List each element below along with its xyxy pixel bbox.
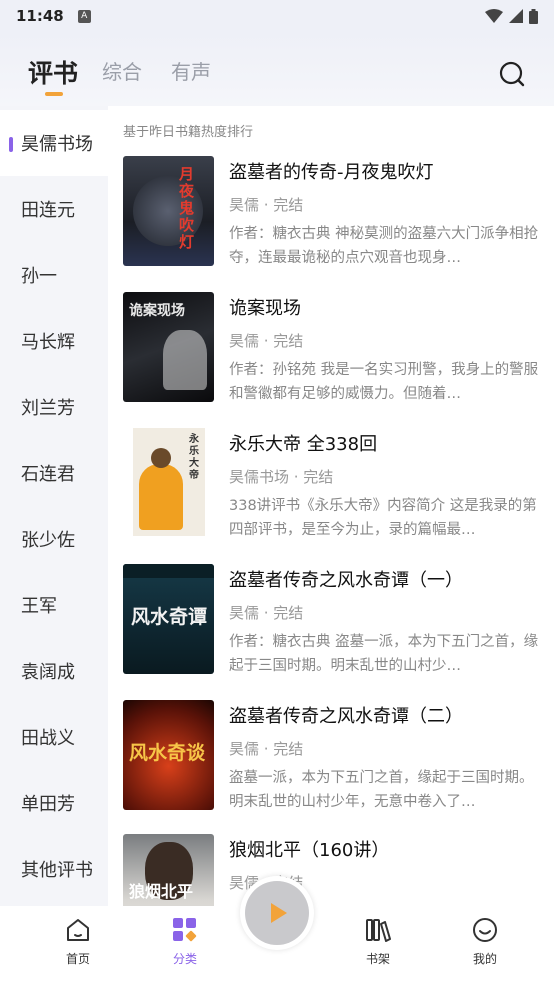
sidebar-item-label: 昊儒书场 xyxy=(21,134,93,155)
book-title: 永乐大帝 全338回 xyxy=(229,434,378,455)
nav-home[interactable]: 首页 xyxy=(48,916,108,967)
sidebar-item-label: 其他评书 xyxy=(21,860,93,881)
sidebar-item-label: 田战义 xyxy=(21,728,75,749)
book-cover: 风水奇谈 xyxy=(123,700,214,810)
status-notification-icon: A xyxy=(77,9,91,23)
book-list: 基于昨日书籍热度排行 月夜鬼吹灯 盗墓者的传奇-月夜鬼吹灯 昊儒 · 完结 作者… xyxy=(108,106,554,906)
sidebar-item-label: 袁阔成 xyxy=(21,662,75,683)
tab-pingshu[interactable]: 评书 xyxy=(28,54,78,90)
nav-home-label: 首页 xyxy=(65,952,90,966)
book-author: 昊儒书场 · 完结 xyxy=(229,468,334,486)
sidebar-item-wangjun[interactable]: 王军 xyxy=(0,572,108,638)
book-description: 盗墓一派，本为下五门之首，缘起于三国时期。明末乱世的山村少年，无意中卷入了… xyxy=(229,770,534,810)
nav-bookshelf[interactable]: 书架 xyxy=(348,916,408,967)
header: 评书 综合 有声 xyxy=(0,32,554,106)
book-author: 昊儒 · 完结 xyxy=(229,332,304,350)
battery-icon xyxy=(529,8,538,24)
status-icons xyxy=(485,8,538,24)
sidebar-item-other[interactable]: 其他评书 xyxy=(0,836,108,902)
nav-bookshelf-label: 书架 xyxy=(365,952,390,966)
cover-title-text: 诡案现场 xyxy=(129,303,185,319)
book-title: 盗墓者传奇之风水奇谭（二） xyxy=(229,706,463,727)
signal-icon xyxy=(509,9,523,23)
sidebar-item-label: 刘兰芳 xyxy=(21,398,75,419)
ranking-hint: 基于昨日书籍热度排行 xyxy=(123,125,254,140)
book-description: 作者：糖衣古典 神秘莫测的盗墓六大门派争相抢夺，连最最诡秘的点穴观音也现身… xyxy=(229,226,539,266)
sidebar-item-haoru[interactable]: 昊儒书场 xyxy=(0,110,108,176)
sidebar-item-shilianjun[interactable]: 石连君 xyxy=(0,440,108,506)
cover-title-text: 永乐大帝 xyxy=(189,434,199,481)
book-author: 昊儒 · 完结 xyxy=(229,604,304,622)
profile-icon xyxy=(473,918,497,942)
book-item[interactable]: 风水奇谈 盗墓者传奇之风水奇谭（二） 昊儒 · 完结 盗墓一派，本为下五门之首，… xyxy=(123,700,543,820)
book-cover: 风水奇谭 xyxy=(123,564,214,674)
nav-profile[interactable]: 我的 xyxy=(455,916,515,967)
sidebar-item-label: 石连君 xyxy=(21,464,75,485)
tab-yousheng[interactable]: 有声 xyxy=(171,56,211,85)
book-cover: 狼烟北平 xyxy=(123,834,214,906)
book-author: 昊儒 · 完结 xyxy=(229,196,304,214)
nav-category-label: 分类 xyxy=(172,952,197,966)
book-item[interactable]: 狼烟北平 狼烟北平（160讲） 昊儒 · 完结 xyxy=(123,834,543,906)
book-item[interactable]: 永乐大帝 永乐大帝 全338回 昊儒书场 · 完结 338讲评书《永乐大帝》内容… xyxy=(123,428,543,548)
cover-art xyxy=(163,330,207,390)
sidebar-item-label: 马长辉 xyxy=(21,332,75,353)
sidebar-active-marker xyxy=(9,137,13,152)
sidebar-item-liulanfang[interactable]: 刘兰芳 xyxy=(0,374,108,440)
play-button-inner xyxy=(245,881,309,945)
play-icon xyxy=(271,903,287,923)
book-description: 338讲评书《永乐大帝》内容简介 这是我录的第四部评书，是至今为止，录的篇幅最… xyxy=(229,498,537,538)
book-cover: 月夜鬼吹灯 xyxy=(123,156,214,266)
cover-art-head xyxy=(151,448,171,468)
book-item[interactable]: 风水奇谭 盗墓者传奇之风水奇谭（一） 昊儒 · 完结 作者：糖衣古典 盗墓一派，… xyxy=(123,564,543,684)
sidebar-item-tianlianyuan[interactable]: 田连元 xyxy=(0,176,108,242)
sidebar-item-label: 王军 xyxy=(21,596,57,617)
bookshelf-icon xyxy=(366,919,391,942)
book-author: 昊儒 · 完结 xyxy=(229,740,304,758)
book-title: 诡案现场 xyxy=(229,298,301,319)
book-title: 狼烟北平（160讲） xyxy=(229,840,390,861)
cover-banner xyxy=(123,564,214,578)
book-description: 作者：糖衣古典 盗墓一派，本为下五门之首，缘起于三国时期。明末乱世的山村少… xyxy=(229,634,539,674)
sidebar-item-zhangshaozuo[interactable]: 张少佐 xyxy=(0,506,108,572)
cover-title-text: 月夜鬼吹灯 xyxy=(179,165,195,251)
book-title: 盗墓者的传奇-月夜鬼吹灯 xyxy=(229,162,434,183)
sidebar-item-tianzhanyi[interactable]: 田战义 xyxy=(0,704,108,770)
sidebar-item-label: 孙一 xyxy=(21,266,57,287)
book-cover: 永乐大帝 xyxy=(123,428,214,538)
nav-category[interactable]: 分类 xyxy=(155,916,215,967)
sidebar-item-shantianfang[interactable]: 单田芳 xyxy=(0,770,108,836)
cover-title-text: 风水奇谈 xyxy=(129,742,206,764)
book-cover: 诡案现场 xyxy=(123,292,214,402)
sidebar-item-label: 单田芳 xyxy=(21,794,75,815)
cover-art xyxy=(139,464,183,530)
cover-title-text: 风水奇谭 xyxy=(131,606,208,628)
sidebar-item-sunyi[interactable]: 孙一 xyxy=(0,242,108,308)
book-item[interactable]: 月夜鬼吹灯 盗墓者的传奇-月夜鬼吹灯 昊儒 · 完结 作者：糖衣古典 神秘莫测的… xyxy=(123,156,543,276)
search-icon[interactable] xyxy=(498,60,526,88)
tab-zonghe[interactable]: 综合 xyxy=(102,56,142,85)
sidebar-item-label: 田连元 xyxy=(21,200,75,221)
status-time: 11:48 xyxy=(16,7,64,25)
sidebar-item-label: 张少佐 xyxy=(21,530,75,551)
play-button[interactable] xyxy=(240,876,314,950)
cover-title-text: 狼烟北平 xyxy=(129,882,194,901)
home-icon xyxy=(67,919,89,941)
nav-profile-label: 我的 xyxy=(472,952,497,966)
book-title: 盗墓者传奇之风水奇谭（一） xyxy=(229,570,463,591)
category-icon xyxy=(173,918,197,942)
book-item[interactable]: 诡案现场 诡案现场 昊儒 · 完结 作者：孙铭苑 我是一名实习刑警，我身上的警服… xyxy=(123,292,543,412)
wifi-icon xyxy=(485,9,503,23)
tab-active-indicator xyxy=(45,92,63,96)
sidebar-item-yuankuocheng[interactable]: 袁阔成 xyxy=(0,638,108,704)
status-bar: 11:48 A xyxy=(0,0,554,32)
book-description: 作者：孙铭苑 我是一名实习刑警，我身上的警服和警徽都有足够的威慑力。但随着… xyxy=(229,362,539,402)
category-sidebar: 昊儒书场 田连元 孙一 马长辉 刘兰芳 石连君 张少佐 王军 袁阔成 田战义 单… xyxy=(0,106,108,906)
sidebar-item-machanghui[interactable]: 马长辉 xyxy=(0,308,108,374)
